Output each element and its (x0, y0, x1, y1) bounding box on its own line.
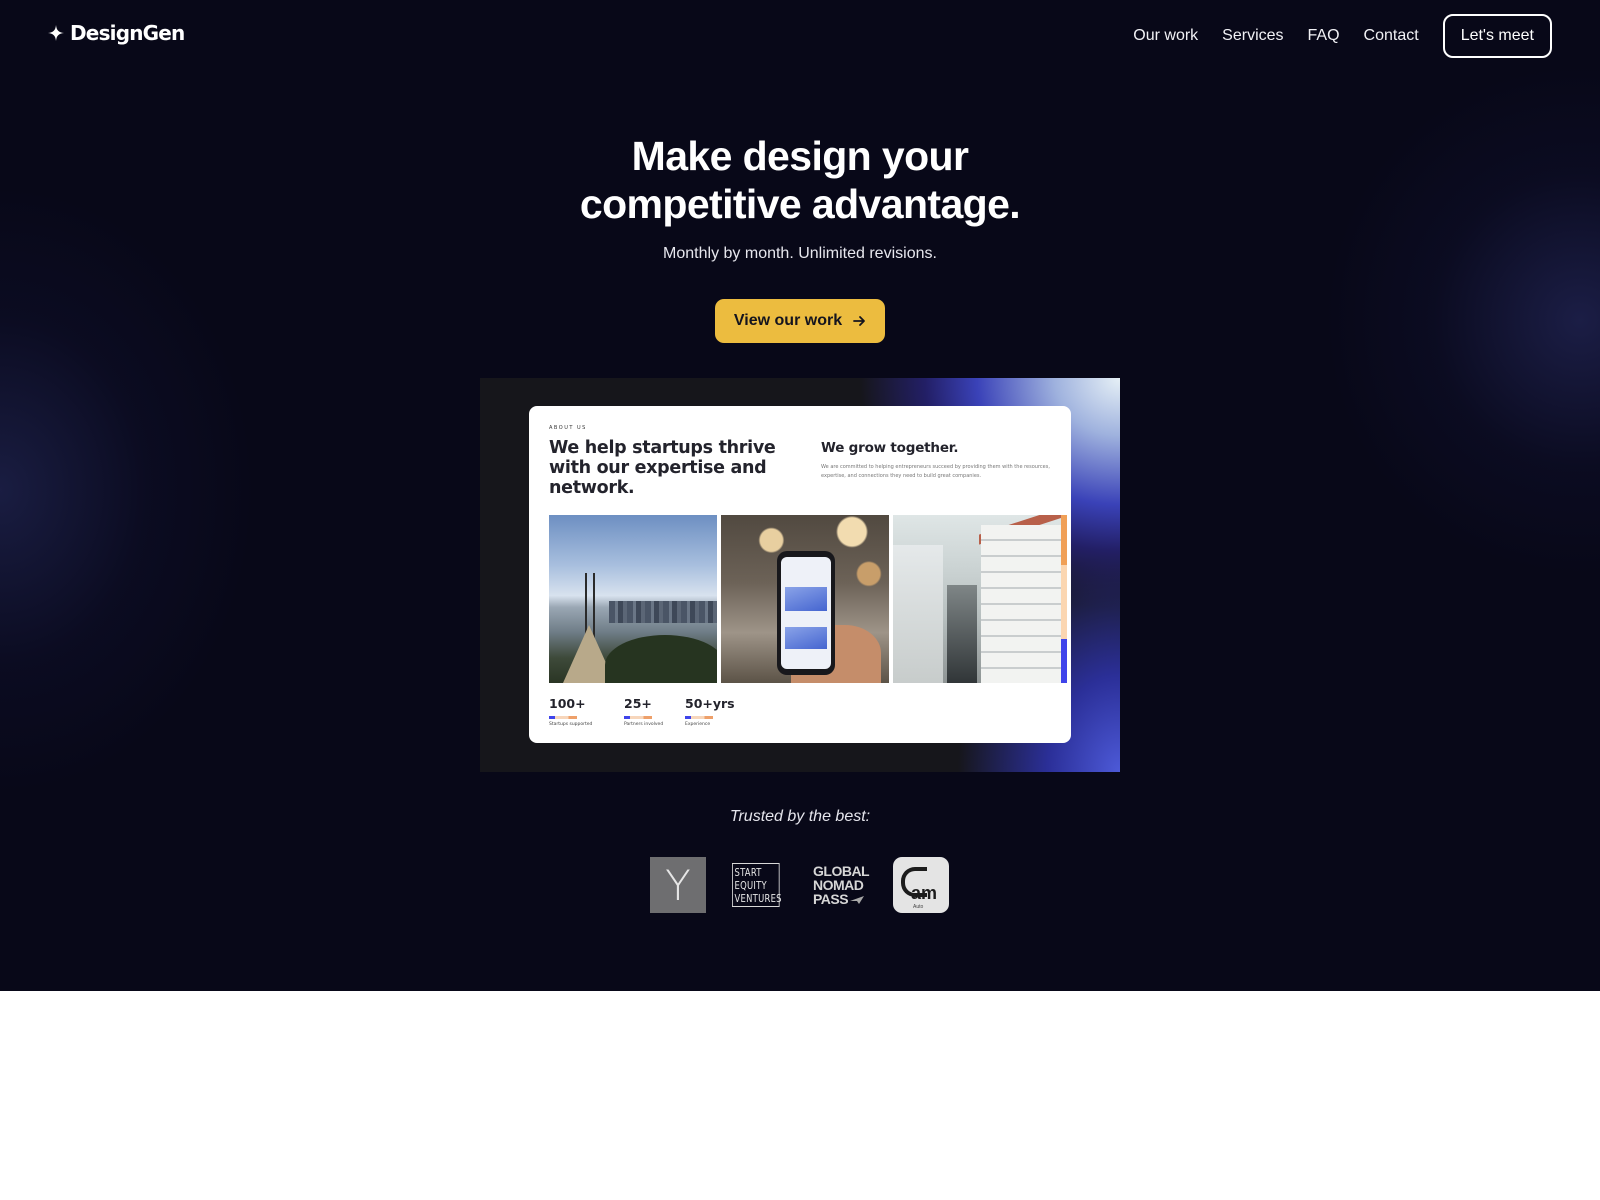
logo-line: VENTURES (734, 892, 782, 905)
stat-bar (624, 716, 652, 719)
am-logo-text: am (911, 883, 938, 903)
brand-logo[interactable]: DesignGen (48, 21, 185, 45)
stat-startups: 100+ Startups supported (549, 696, 592, 727)
client-logos: Y START EQUITY VENTURES GLOBAL NOMAD PAS… (650, 857, 952, 913)
nav-link-faq[interactable]: FAQ (1308, 14, 1340, 58)
work-showcase-image: ABOUT US We help startups thrive with ou… (480, 378, 1120, 772)
stat-label: Partners involved (624, 722, 664, 727)
building-left (893, 545, 943, 683)
hero-headline: Make design your competitive advantage. (0, 132, 1600, 228)
global-nomad-pass-logo: GLOBAL NOMAD PASS (813, 864, 873, 906)
trusted-by-label: Trusted by the best: (729, 808, 871, 825)
logo-line: PASS (813, 891, 849, 907)
logo-line: EQUITY (734, 879, 767, 892)
phone-chart (785, 587, 827, 611)
view-our-work-label: View our work (733, 312, 843, 329)
stat-value: 25+ (624, 696, 652, 711)
about-eyebrow: ABOUT US (549, 425, 587, 431)
logo-line: GLOBAL (813, 863, 870, 879)
lets-meet-button[interactable]: Let's meet (1442, 14, 1552, 58)
phone-chart (785, 627, 827, 649)
background-glow-left (0, 180, 260, 800)
logo-line: NOMAD (813, 877, 864, 893)
view-our-work-button[interactable]: View our work (715, 299, 885, 343)
stat-label: Startups supported (549, 722, 593, 727)
start-equity-ventures-logo: START EQUITY VENTURES (732, 863, 782, 907)
nav-links: Our work Services FAQ Contact Let's meet (1133, 14, 1552, 58)
am-auto-logo: am Auto (893, 857, 949, 913)
showcase-side-title: We grow together. (821, 440, 959, 456)
arrow-right-icon (853, 316, 865, 326)
brand-name: DesignGen (70, 21, 185, 45)
street-buildings-photo (893, 515, 1061, 683)
trees (605, 635, 717, 683)
hero-section: DesignGen Our work Services FAQ Contact … (0, 0, 1600, 991)
logo-line: START (734, 866, 762, 879)
headline-line-2: competitive advantage. (579, 181, 1021, 227)
hero-subtitle: Monthly by month. Unlimited revisions. (663, 245, 937, 262)
accent-bar-peach (1061, 565, 1067, 639)
showcase-website-preview: ABOUT US We help startups thrive with ou… (529, 406, 1071, 743)
showcase-side-text: We are committed to helping entrepreneur… (821, 464, 1050, 479)
stat-label: Experience (685, 722, 711, 727)
nav-link-contact[interactable]: Contact (1364, 14, 1419, 58)
phone-dashboard-photo (721, 515, 889, 683)
stat-value: 50+yrs (685, 696, 735, 711)
y-combinator-logo: Y (650, 857, 706, 913)
nav-link-services[interactable]: Services (1222, 14, 1283, 58)
building-right (981, 525, 1061, 683)
bridge-city-photo (549, 515, 717, 683)
stat-bar (549, 716, 577, 719)
am-logo-sub: Auto (913, 904, 924, 910)
accent-bar-orange (1061, 515, 1067, 565)
stat-partners: 25+ Partners involved (624, 696, 663, 727)
paper-plane-icon (850, 896, 865, 905)
stat-experience: 50+yrs Experience (685, 696, 735, 727)
nav-link-our-work[interactable]: Our work (1133, 14, 1198, 58)
phone (777, 551, 835, 675)
stat-bar (685, 716, 713, 719)
street (947, 585, 977, 683)
city-skyline (609, 601, 717, 623)
stat-value: 100+ (549, 696, 586, 711)
phone-screen (781, 557, 831, 669)
showcase-title: We help startups thrive with our experti… (549, 438, 776, 498)
top-navigation: DesignGen Our work Services FAQ Contact … (0, 0, 1600, 72)
sparkle-icon (48, 25, 64, 41)
headline-line-1: Make design your (631, 133, 969, 179)
accent-bar-blue (1061, 639, 1067, 683)
